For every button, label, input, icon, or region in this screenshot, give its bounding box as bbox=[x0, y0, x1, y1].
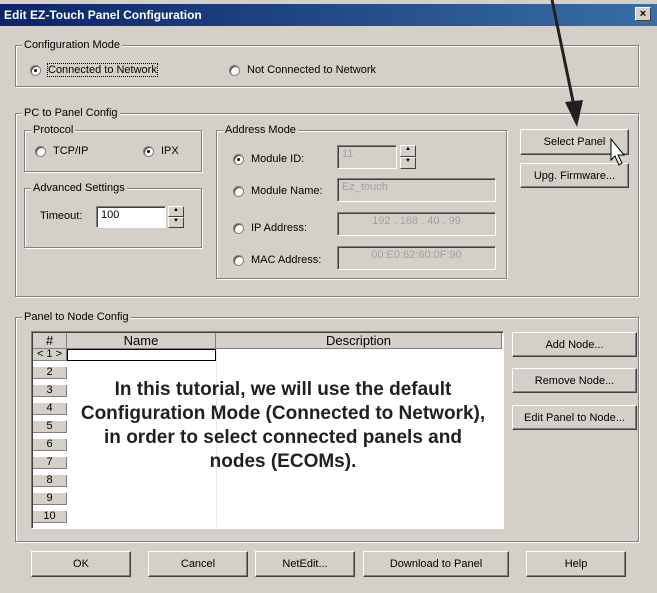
configuration-mode-label: Configuration Mode bbox=[22, 38, 123, 52]
advanced-settings-label: Advanced Settings bbox=[31, 181, 127, 195]
download-to-panel-label: Download to Panel bbox=[389, 558, 483, 570]
spin-up-icon[interactable]: ▲ bbox=[168, 206, 184, 217]
ipx-label: IPX bbox=[161, 145, 179, 157]
radio-unselected-icon bbox=[233, 222, 244, 234]
pc-to-panel-label: PC to Panel Config bbox=[22, 106, 120, 120]
ok-label: OK bbox=[73, 558, 89, 570]
help-label: Help bbox=[564, 558, 588, 570]
ip-address-label: IP Address: bbox=[251, 222, 308, 234]
mac-address-field[interactable]: 00:E0:62:60:0F:90 bbox=[337, 246, 496, 270]
connected-to-network-radio[interactable]: Connected to Network bbox=[30, 63, 158, 77]
table-row[interactable]: 8 bbox=[33, 475, 67, 487]
not-connected-to-network-label: Not Connected to Network bbox=[247, 64, 377, 76]
radio-unselected-icon bbox=[233, 254, 244, 266]
protocol-label: Protocol bbox=[31, 123, 76, 137]
close-button[interactable]: × bbox=[635, 7, 651, 21]
radio-unselected-icon bbox=[233, 185, 244, 197]
module-name-label: Module Name: bbox=[251, 185, 323, 197]
add-node-button[interactable]: Add Node... bbox=[512, 332, 637, 357]
tcpip-radio[interactable]: TCP/IP bbox=[35, 145, 88, 157]
cancel-label: Cancel bbox=[180, 558, 216, 570]
radio-selected-icon bbox=[143, 145, 154, 157]
spin-down-icon[interactable]: ▼ bbox=[400, 157, 416, 169]
select-panel-button[interactable]: Select Panel bbox=[520, 129, 629, 155]
module-name-radio[interactable]: Module Name: bbox=[233, 185, 323, 197]
timeout-label: Timeout: bbox=[40, 210, 83, 222]
edit-panel-to-node-label: Edit Panel to Node... bbox=[524, 411, 625, 424]
add-node-label: Add Node... bbox=[545, 338, 604, 351]
radio-unselected-icon bbox=[229, 64, 240, 76]
mac-address-radio[interactable]: MAC Address: bbox=[233, 254, 321, 266]
column-header-description[interactable]: Description bbox=[216, 333, 502, 349]
column-header-number[interactable]: # bbox=[33, 333, 67, 349]
table-row[interactable]: 7 bbox=[33, 457, 67, 469]
download-to-panel-button[interactable]: Download to Panel bbox=[363, 551, 509, 577]
table-row[interactable]: 2 bbox=[33, 367, 67, 379]
module-id-field[interactable]: 11 bbox=[337, 145, 397, 169]
table-row[interactable]: 6 bbox=[33, 439, 67, 451]
timeout-spinner[interactable]: ▲ ▼ bbox=[168, 206, 184, 228]
dialog-window: Edit EZ-Touch Panel Configuration × Conf… bbox=[0, 0, 657, 593]
help-button[interactable]: Help bbox=[526, 551, 626, 577]
ip-address-radio[interactable]: IP Address: bbox=[233, 222, 307, 234]
tcpip-label: TCP/IP bbox=[53, 145, 89, 157]
column-header-name[interactable]: Name bbox=[67, 333, 216, 349]
netedit-button[interactable]: NetEdit... bbox=[255, 551, 355, 577]
overlay-line: Configuration Mode (Connected to Network… bbox=[80, 403, 486, 424]
spin-up-icon[interactable]: ▲ bbox=[400, 145, 416, 157]
not-connected-to-network-radio[interactable]: Not Connected to Network bbox=[229, 64, 376, 76]
address-mode-label: Address Mode bbox=[223, 123, 298, 137]
connected-to-network-label: Connected to Network bbox=[47, 63, 158, 77]
table-row[interactable]: < 1 > bbox=[33, 349, 67, 361]
mac-address-label: MAC Address: bbox=[251, 254, 322, 266]
overlay-line: in order to select connected panels and bbox=[104, 427, 462, 448]
title-bar: Edit EZ-Touch Panel Configuration × bbox=[0, 4, 657, 26]
upg-firmware-button[interactable]: Upg. Firmware... bbox=[520, 163, 629, 188]
module-id-spinner[interactable]: ▲ ▼ bbox=[400, 145, 416, 169]
table-row[interactable]: 10 bbox=[33, 511, 67, 523]
radio-unselected-icon bbox=[35, 145, 46, 157]
table-row[interactable]: 5 bbox=[33, 421, 67, 433]
window-title: Edit EZ-Touch Panel Configuration bbox=[4, 8, 202, 22]
remove-node-label: Remove Node... bbox=[534, 374, 615, 387]
ok-button[interactable]: OK bbox=[31, 551, 131, 577]
select-panel-label: Select Panel bbox=[543, 136, 606, 148]
module-id-radio[interactable]: Module ID: bbox=[233, 153, 304, 165]
table-row[interactable]: 4 bbox=[33, 403, 67, 415]
tutorial-overlay-text: In this tutorial, we will use the defaul… bbox=[68, 378, 498, 474]
module-name-field[interactable]: Ez_touch bbox=[337, 178, 496, 202]
cancel-button[interactable]: Cancel bbox=[148, 551, 248, 577]
table-row[interactable]: 9 bbox=[33, 493, 67, 505]
overlay-line: nodes (ECOMs). bbox=[209, 451, 357, 472]
ip-address-field[interactable]: 192 . 168 . 40 . 99 bbox=[337, 212, 496, 236]
overlay-line: In this tutorial, we will use the defaul… bbox=[114, 379, 452, 400]
panel-to-node-label: Panel to Node Config bbox=[22, 310, 131, 324]
radio-selected-icon bbox=[30, 64, 41, 76]
module-id-label: Module ID: bbox=[251, 153, 305, 165]
table-row[interactable]: 3 bbox=[33, 385, 67, 397]
ipx-radio[interactable]: IPX bbox=[143, 145, 179, 157]
spin-down-icon[interactable]: ▼ bbox=[168, 217, 184, 228]
radio-selected-icon bbox=[233, 153, 244, 165]
edit-panel-to-node-button[interactable]: Edit Panel to Node... bbox=[512, 405, 637, 430]
netedit-label: NetEdit... bbox=[282, 558, 328, 570]
upg-firmware-label: Upg. Firmware... bbox=[533, 169, 616, 182]
remove-node-button[interactable]: Remove Node... bbox=[512, 368, 637, 393]
selected-cell bbox=[67, 349, 216, 361]
timeout-field[interactable]: 100 bbox=[96, 206, 166, 228]
